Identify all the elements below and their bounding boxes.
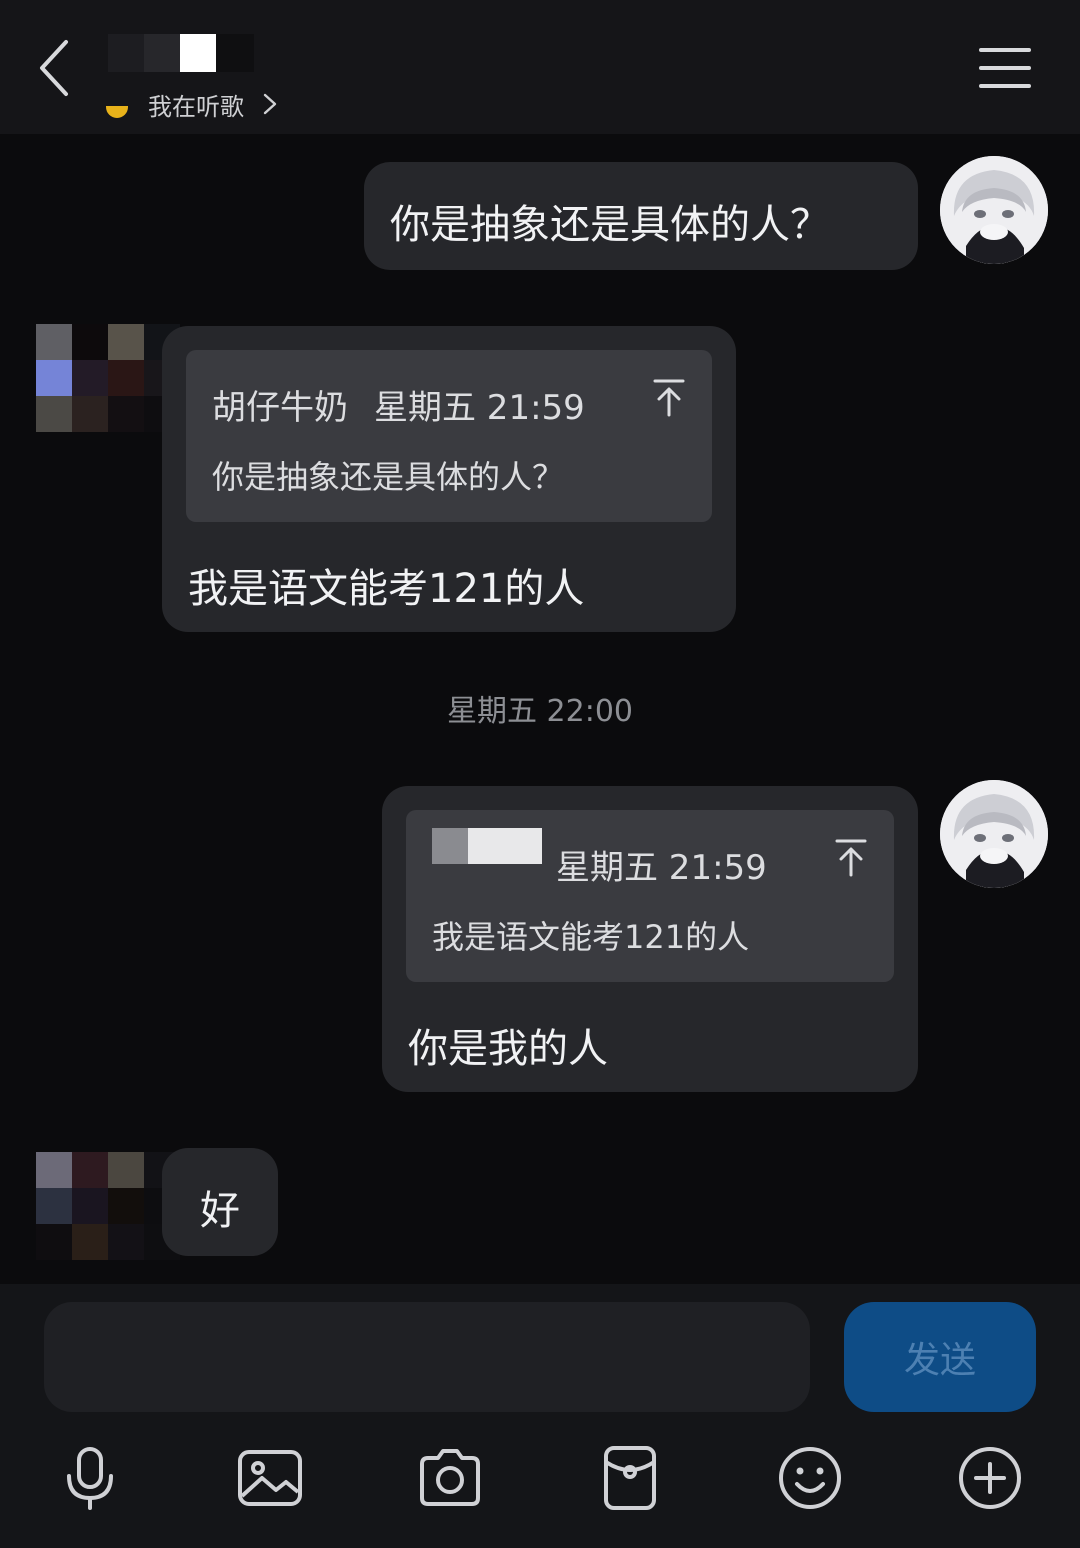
message-text: 好	[200, 1188, 240, 1234]
contact-avatar-pixelated[interactable]	[36, 1152, 180, 1260]
quote-time: 星期五 21:59	[556, 848, 767, 888]
quoted-message[interactable]: 胡仔牛奶 星期五 21:59 你是抽象还是具体的人？	[186, 350, 712, 522]
microphone-icon[interactable]	[56, 1444, 124, 1512]
image-icon[interactable]	[236, 1444, 304, 1512]
message-bubble-outgoing[interactable]: 星期五 21:59 我是语文能考121的人 你是我的人	[382, 786, 918, 1092]
quote-text: 你是抽象还是具体的人？	[212, 458, 565, 496]
message-text: 你是抽象还是具体的人？	[390, 202, 830, 248]
quote-text: 我是语文能考121的人	[432, 918, 750, 956]
chat-header: 我在听歌	[0, 0, 1080, 134]
quoted-message[interactable]: 星期五 21:59 我是语文能考121的人	[406, 810, 894, 982]
red-packet-icon[interactable]	[596, 1444, 664, 1512]
quote-author-censored	[432, 828, 542, 864]
my-avatar[interactable]	[940, 780, 1048, 888]
quote-author: 胡仔牛奶	[212, 388, 348, 428]
anime-avatar-image	[940, 780, 1048, 888]
emoji-icon[interactable]	[776, 1444, 844, 1512]
contact-name-censored[interactable]	[108, 34, 254, 74]
anime-avatar-image	[940, 156, 1048, 264]
plus-icon[interactable]	[956, 1444, 1024, 1512]
status-text: 我在听歌	[148, 92, 244, 121]
composer-toolbar	[0, 1434, 1080, 1548]
chevron-right-icon	[263, 93, 277, 115]
menu-icon[interactable]	[978, 44, 1032, 92]
status-link[interactable]: 我在听歌	[106, 84, 282, 124]
jump-to-message-icon[interactable]	[834, 838, 868, 878]
send-button[interactable]: 发送	[844, 1302, 1036, 1412]
message-input[interactable]	[44, 1302, 810, 1412]
message-text: 我是语文能考121的人	[188, 566, 585, 612]
quote-time: 星期五 21:59	[374, 388, 585, 428]
jump-to-message-icon[interactable]	[652, 378, 686, 418]
message-bubble-incoming[interactable]: 胡仔牛奶 星期五 21:59 你是抽象还是具体的人？ 我是语文能考121的人	[162, 326, 736, 632]
message-text: 你是我的人	[408, 1026, 608, 1072]
status-emoji-icon	[106, 106, 128, 118]
contact-avatar-pixelated[interactable]	[36, 324, 180, 432]
message-bubble-incoming[interactable]: 好	[162, 1148, 278, 1256]
message-bubble-outgoing[interactable]: 你是抽象还是具体的人？	[364, 162, 918, 270]
my-avatar[interactable]	[940, 156, 1048, 264]
back-arrow-icon[interactable]	[30, 36, 86, 100]
camera-icon[interactable]	[416, 1444, 484, 1512]
time-separator: 星期五 22:00	[447, 694, 633, 729]
